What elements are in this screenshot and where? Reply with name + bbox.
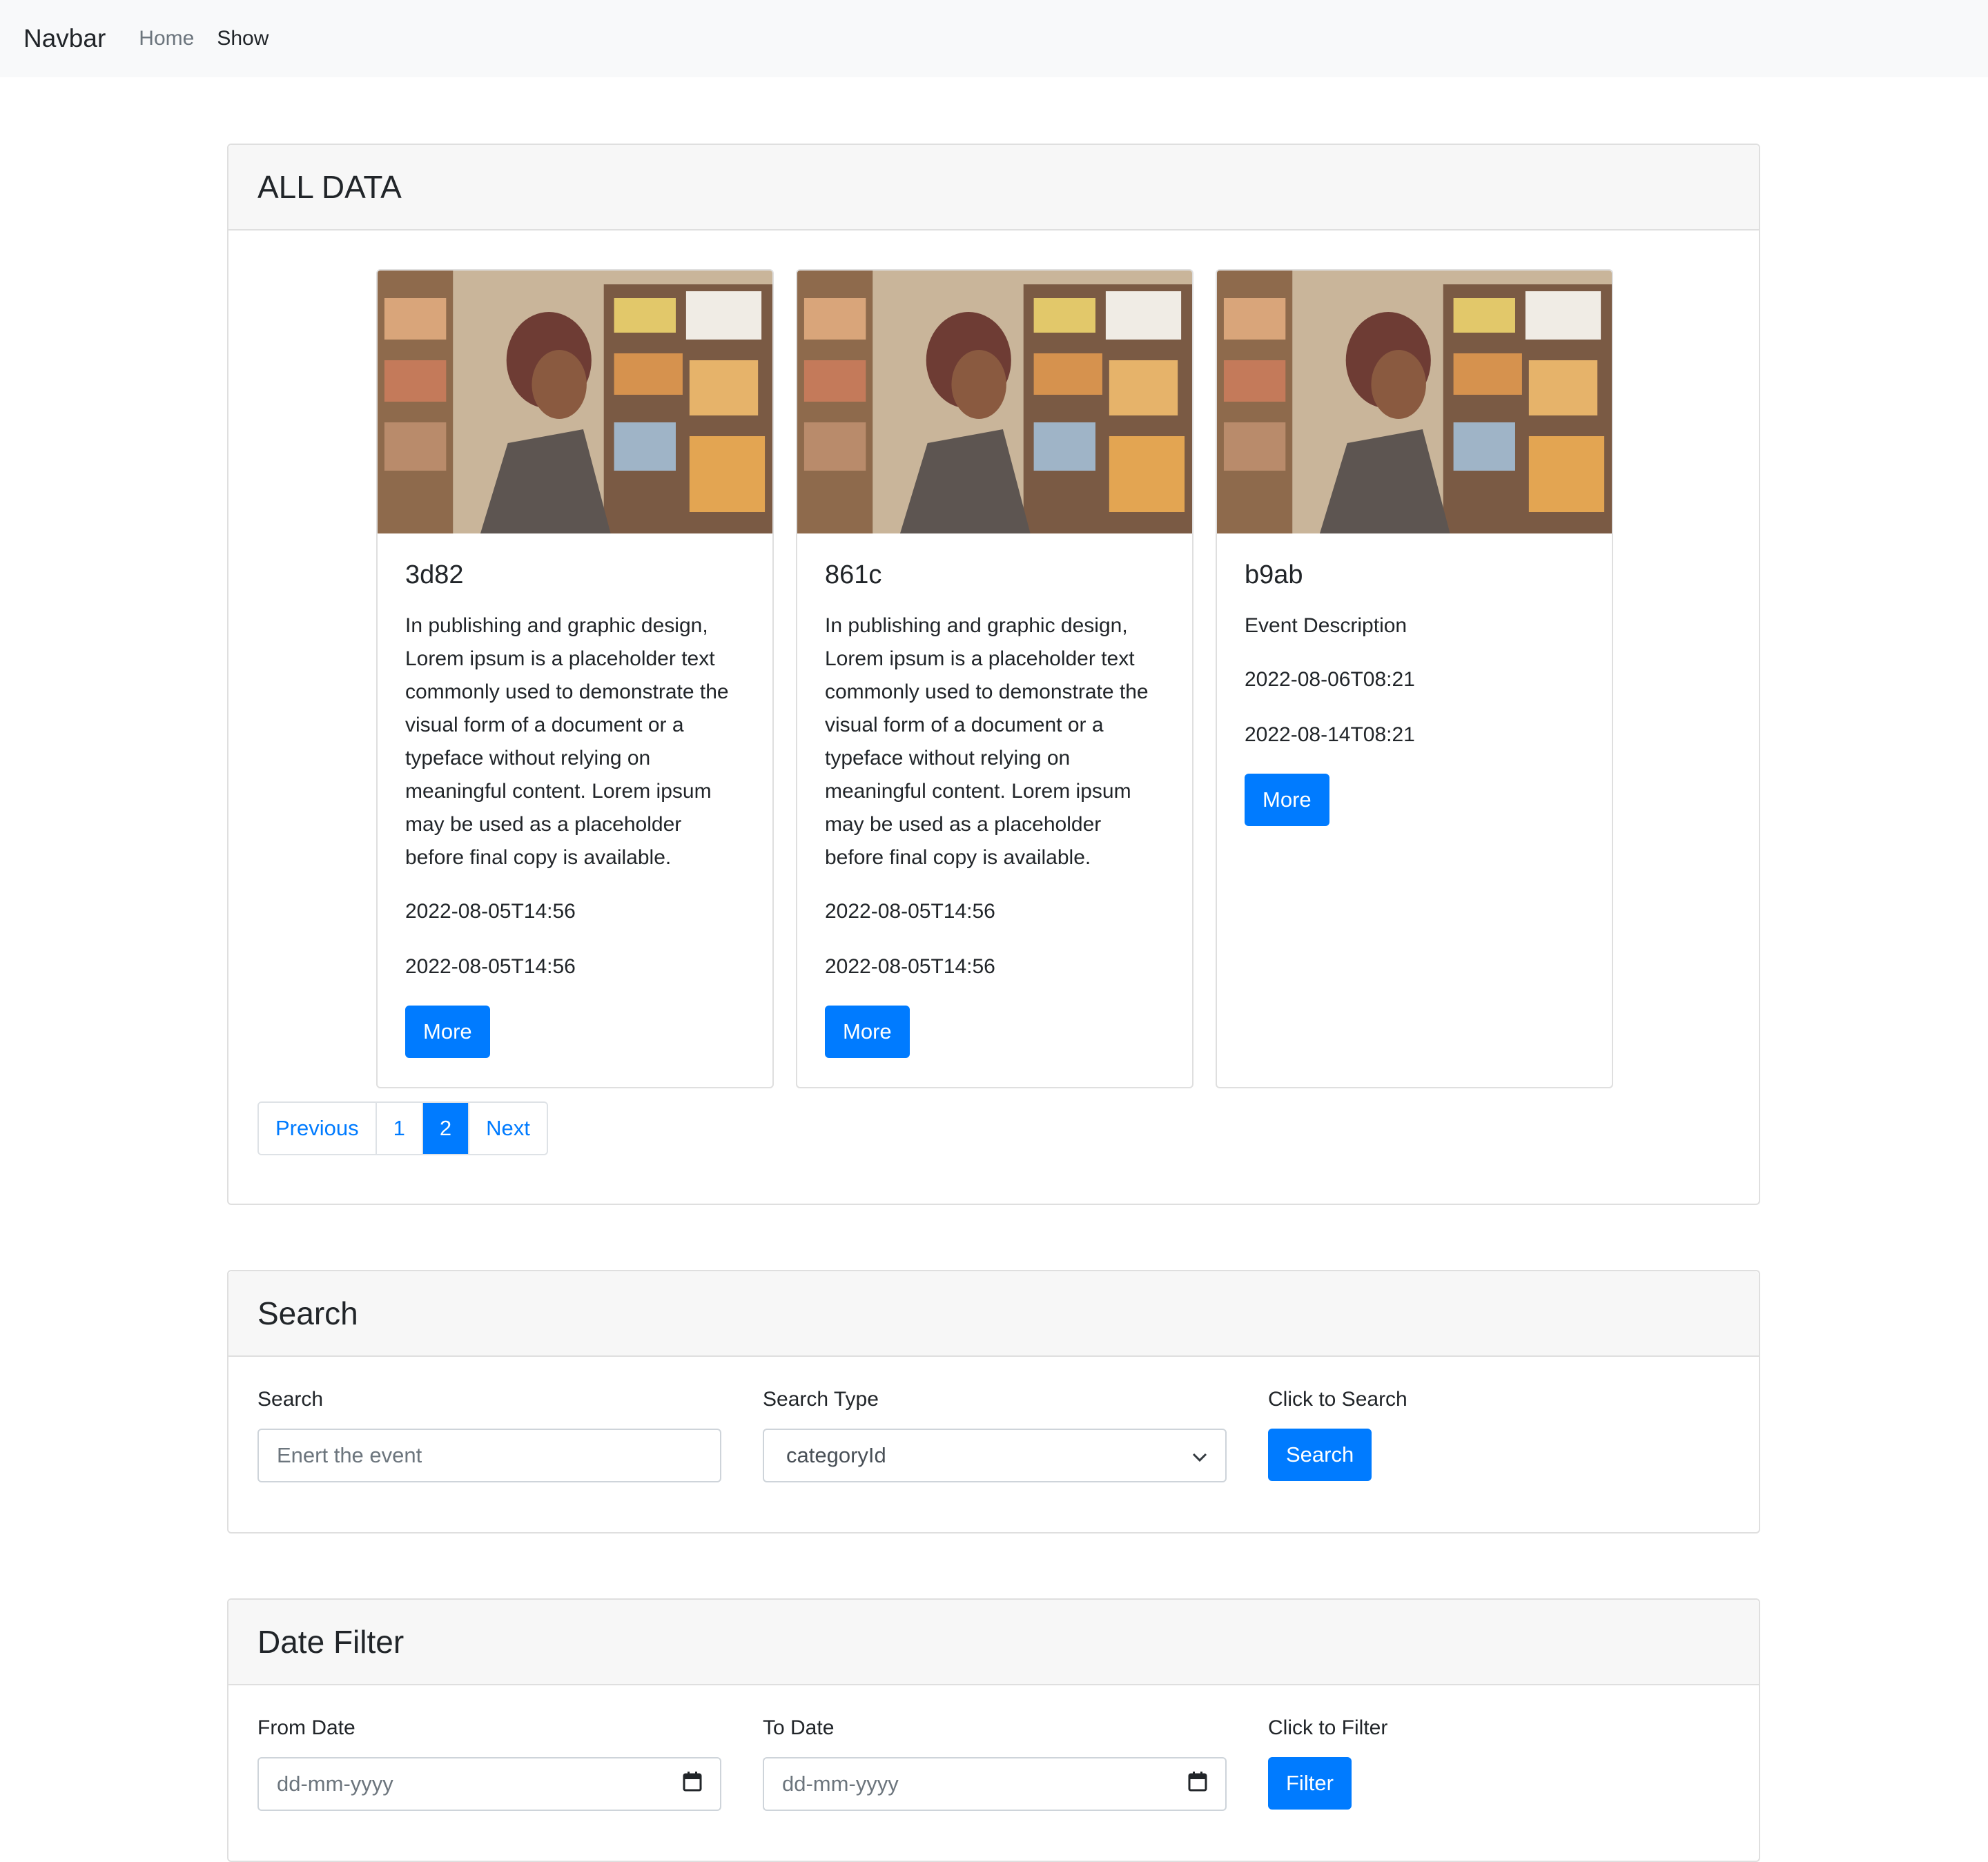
date-filter-header: Date Filter [228, 1600, 1759, 1685]
event-title: 861c [825, 560, 882, 589]
event-description: In publishing and graphic design, Lorem … [825, 614, 1149, 869]
pagination-previous[interactable]: Previous [259, 1103, 377, 1154]
search-label: Search [257, 1388, 324, 1411]
calendar-icon[interactable] [1188, 1771, 1207, 1797]
all-data-title: ALL DATA [257, 169, 402, 205]
search-type-select[interactable]: categoryId [763, 1429, 1227, 1482]
from-date-label: From Date [257, 1716, 355, 1739]
event-image [1217, 271, 1612, 533]
search-title: Search [257, 1295, 358, 1331]
calendar-icon[interactable] [683, 1771, 702, 1797]
search-form: Search Enert the event Search Type categ… [257, 1384, 1730, 1495]
event-end-date: 2022-08-05T14:56 [825, 954, 995, 978]
event-image [378, 271, 772, 533]
date-filter-card: Date Filter From Date dd-mm-yyyy To Date… [227, 1598, 1760, 1862]
to-date-group: To Date dd-mm-yyyy [763, 1713, 1227, 1811]
click-to-filter-label: Click to Filter [1268, 1716, 1388, 1739]
event-end-date: 2022-08-14T08:21 [1245, 723, 1415, 746]
more-button[interactable]: More [1245, 773, 1329, 826]
search-header: Search [228, 1271, 1759, 1357]
event-title: 3d82 [405, 560, 464, 589]
from-date-input[interactable]: dd-mm-yyyy [257, 1757, 721, 1811]
pagination: Previous 1 2 Next [257, 1101, 548, 1155]
navbar: Navbar Home Show [0, 0, 1988, 77]
event-start-date: 2022-08-05T14:56 [825, 899, 995, 923]
from-date-group: From Date dd-mm-yyyy [257, 1713, 721, 1811]
nav-link-home[interactable]: Home [139, 27, 194, 50]
event-end-date: 2022-08-05T14:56 [405, 954, 576, 978]
event-description: In publishing and graphic design, Lorem … [405, 614, 729, 869]
event-card: 861c In publishing and graphic design, L… [796, 269, 1193, 1088]
to-date-label: To Date [763, 1716, 835, 1739]
navbar-brand[interactable]: Navbar [23, 24, 106, 53]
event-image [797, 271, 1192, 533]
all-data-card: ALL DATA 3d82 In publishing and graphic … [227, 144, 1760, 1205]
search-field-group: Search Enert the event [257, 1384, 721, 1482]
event-card: 3d82 In publishing and graphic design, L… [376, 269, 774, 1088]
event-start-date: 2022-08-05T14:56 [405, 899, 576, 923]
click-to-search-label: Click to Search [1268, 1388, 1407, 1411]
search-type-label: Search Type [763, 1388, 879, 1411]
search-button[interactable]: Search [1268, 1429, 1372, 1481]
all-data-header: ALL DATA [228, 145, 1759, 231]
chevron-down-icon [1192, 1443, 1207, 1468]
search-action-group: Click to Search Search [1268, 1384, 1407, 1481]
more-button[interactable]: More [825, 1005, 910, 1058]
from-date-placeholder: dd-mm-yyyy [277, 1772, 393, 1796]
nav-link-show[interactable]: Show [217, 27, 269, 50]
filter-button[interactable]: Filter [1268, 1757, 1352, 1810]
event-title: b9ab [1245, 560, 1303, 589]
search-type-group: Search Type categoryId [763, 1384, 1227, 1482]
pagination-page-1[interactable]: 1 [376, 1103, 423, 1154]
search-card: Search Search Enert the event Search Typ… [227, 1270, 1760, 1533]
pagination-next[interactable]: Next [469, 1103, 547, 1154]
date-filter-title: Date Filter [257, 1624, 405, 1660]
to-date-placeholder: dd-mm-yyyy [782, 1772, 899, 1796]
event-card: b9ab Event Description 2022-08-06T08:21 … [1216, 269, 1613, 1088]
more-button[interactable]: More [405, 1005, 490, 1058]
filter-action-group: Click to Filter Filter [1268, 1713, 1387, 1810]
event-start-date: 2022-08-06T08:21 [1245, 667, 1415, 691]
search-type-value: categoryId [786, 1443, 886, 1467]
to-date-input[interactable]: dd-mm-yyyy [763, 1757, 1227, 1811]
pagination-page-2[interactable]: 2 [422, 1103, 470, 1154]
date-filter-form: From Date dd-mm-yyyy To Date dd-mm-yyyy … [257, 1713, 1730, 1823]
search-input[interactable]: Enert the event [257, 1429, 721, 1482]
event-description: Event Description [1245, 614, 1407, 637]
search-placeholder: Enert the event [277, 1443, 422, 1467]
